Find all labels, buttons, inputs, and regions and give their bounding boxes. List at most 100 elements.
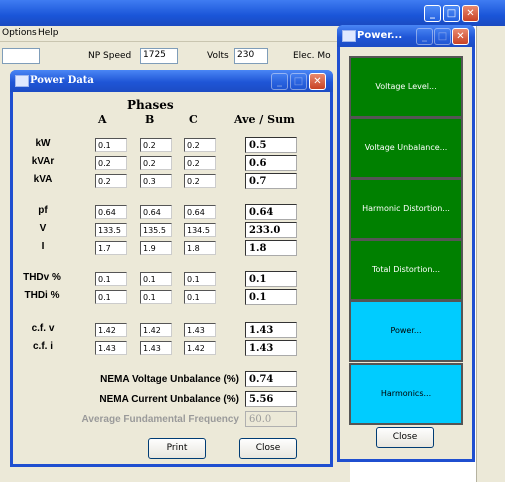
phase-c-value: 0.2	[184, 156, 216, 170]
phase-b-value: 0.2	[140, 138, 172, 152]
row-label: c.f. v	[31, 323, 55, 334]
nema-voltage-value: 0.74	[245, 371, 297, 387]
volts-field[interactable]: 230	[234, 48, 268, 64]
phase-c-value: 1.43	[184, 323, 216, 337]
maximize-icon[interactable]: □	[434, 28, 451, 45]
toolbar-field[interactable]	[2, 48, 40, 64]
minimize-icon[interactable]: _	[424, 5, 441, 22]
voltage-level-button[interactable]: Voltage Level...	[349, 56, 463, 118]
close-icon[interactable]: ✕	[452, 28, 469, 45]
sum-value: 0.1	[245, 271, 297, 287]
row-label: THDv %	[23, 272, 61, 283]
menu-bar: Options Help	[0, 26, 350, 42]
row-label: V	[39, 223, 47, 234]
maximize-icon[interactable]: □	[290, 73, 307, 90]
app-icon	[342, 30, 356, 42]
power-data-titlebar[interactable]: Power Data _ □ ✕	[10, 70, 333, 92]
maximize-icon[interactable]: □	[443, 5, 460, 22]
col-b-header: B	[145, 113, 155, 126]
phase-b-value: 1.43	[140, 341, 172, 355]
phase-c-value: 1.8	[184, 241, 216, 255]
elec-label: Elec. Mo	[293, 51, 331, 61]
phase-b-value: 0.1	[140, 272, 172, 286]
row-label: c.f. i	[32, 341, 53, 352]
close-button[interactable]: Close	[239, 438, 297, 459]
row-label: kVAr	[31, 156, 55, 167]
sum-value: 1.43	[245, 322, 297, 338]
phase-a-value: 0.1	[95, 138, 127, 152]
phase-c-value: 0.1	[184, 272, 216, 286]
main-window-titlebar: _ □ ✕	[0, 0, 505, 26]
app-icon	[15, 75, 29, 87]
phase-b-value: 0.64	[140, 205, 172, 219]
phases-header: Phases	[127, 98, 174, 112]
col-c-header: C	[189, 113, 198, 126]
phase-c-value: 1.42	[184, 341, 216, 355]
phase-a-value: 0.64	[95, 205, 127, 219]
phase-a-value: 1.43	[95, 341, 127, 355]
avg-frequency-label: Average Fundamental Frequency	[81, 414, 239, 425]
phase-a-value: 0.2	[95, 156, 127, 170]
menu-help[interactable]: Help	[38, 28, 59, 38]
nema-current-label: NEMA Current Unbalance (%)	[99, 394, 239, 405]
sum-value: 0.5	[245, 137, 297, 153]
total-distortion-button[interactable]: Total Distortion...	[349, 239, 463, 301]
phase-c-value: 0.2	[184, 174, 216, 188]
sum-value: 1.8	[245, 240, 297, 256]
phase-a-value: 1.42	[95, 323, 127, 337]
row-label: kVA	[33, 174, 53, 185]
phase-a-value: 1.7	[95, 241, 127, 255]
phase-b-value: 0.3	[140, 174, 172, 188]
phase-c-value: 0.64	[184, 205, 216, 219]
np-speed-label: NP Speed	[88, 51, 132, 61]
col-a-header: A	[98, 113, 107, 126]
avg-frequency-value: 60.0	[245, 411, 297, 427]
print-button[interactable]: Print	[148, 438, 206, 459]
phase-a-value: 0.1	[95, 290, 127, 304]
np-speed-field[interactable]: 1725	[140, 48, 178, 64]
phase-b-value: 135.5	[140, 223, 172, 237]
phase-c-value: 0.2	[184, 138, 216, 152]
minimize-icon[interactable]: _	[271, 73, 288, 90]
phase-c-value: 0.1	[184, 290, 216, 304]
close-icon[interactable]: ✕	[309, 73, 326, 90]
minimize-icon[interactable]: _	[416, 28, 433, 45]
sum-value: 0.7	[245, 173, 297, 189]
col-sum-header: Ave / Sum	[234, 113, 295, 126]
motor-info-toolbar: NP Speed 1725 Volts 230 Elec. Mo	[0, 42, 350, 72]
nema-current-value: 5.56	[245, 391, 297, 407]
power-data-window: Power Data _ □ ✕ Phases A B C Ave / Sum …	[10, 70, 333, 467]
harmonics-button[interactable]: Harmonics...	[349, 363, 463, 425]
sum-value: 0.1	[245, 289, 297, 305]
window-title: Power Data	[30, 75, 94, 86]
row-label: pf	[38, 205, 48, 216]
background-window-edge	[476, 26, 505, 482]
row-label: THDi %	[24, 290, 60, 301]
nema-voltage-label: NEMA Voltage Unbalance (%)	[100, 374, 239, 385]
sum-value: 1.43	[245, 340, 297, 356]
phase-a-value: 0.2	[95, 174, 127, 188]
phase-b-value: 0.1	[140, 290, 172, 304]
phase-b-value: 0.2	[140, 156, 172, 170]
power-panel-titlebar[interactable]: Power... _ □ ✕	[337, 25, 475, 47]
power-panel-window: Power... _ □ ✕ Voltage Level... Voltage …	[337, 25, 475, 462]
sum-value: 0.6	[245, 155, 297, 171]
voltage-unbalance-button[interactable]: Voltage Unbalance...	[349, 117, 463, 179]
menu-options[interactable]: Options	[2, 28, 37, 38]
close-icon[interactable]: ✕	[462, 5, 479, 22]
phase-c-value: 134.5	[184, 223, 216, 237]
phase-b-value: 1.9	[140, 241, 172, 255]
power-data-body: Phases A B C Ave / Sum kW 0.1 0.2 0.2 0.…	[13, 92, 330, 464]
row-label: kW	[35, 138, 51, 149]
close-button[interactable]: Close	[376, 427, 434, 448]
power-button[interactable]: Power...	[349, 300, 463, 362]
window-title: Power...	[357, 30, 403, 41]
volts-label: Volts	[207, 51, 229, 61]
phase-a-value: 0.1	[95, 272, 127, 286]
phase-b-value: 1.42	[140, 323, 172, 337]
harmonic-distortion-button[interactable]: Harmonic Distortion...	[349, 178, 463, 240]
phase-a-value: 133.5	[95, 223, 127, 237]
sum-value: 233.0	[245, 222, 297, 238]
row-label: I	[41, 241, 45, 252]
sum-value: 0.64	[245, 204, 297, 220]
